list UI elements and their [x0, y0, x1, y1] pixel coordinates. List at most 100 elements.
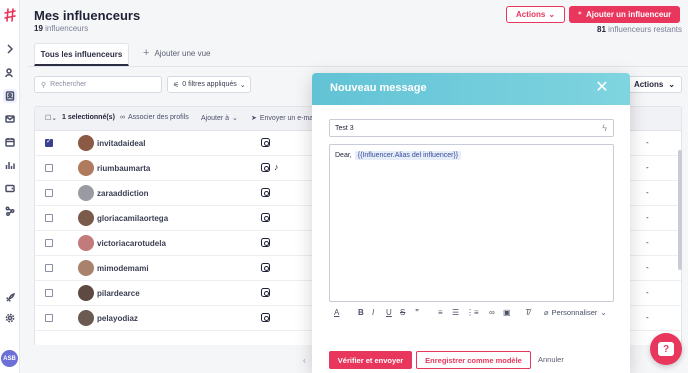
- instagram-icon: [261, 313, 270, 322]
- add-influencer-button[interactable]: ⁺ Ajouter un influenceur: [569, 6, 680, 23]
- instagram-icon: [261, 288, 270, 297]
- search-icon: ⚲: [41, 81, 47, 89]
- image-icon[interactable]: ▣: [503, 308, 511, 317]
- row-checkbox[interactable]: [45, 189, 53, 197]
- chevron-down-icon: ⌄: [232, 115, 238, 122]
- scrollbar[interactable]: [678, 150, 682, 270]
- row-checkbox[interactable]: [45, 214, 53, 222]
- modal-title: Nouveau message: [330, 82, 427, 94]
- add-to-button[interactable]: Ajouter à ⌄: [201, 114, 238, 123]
- tab-all-influencers[interactable]: Tous les influenceurs: [34, 43, 129, 66]
- instagram-icon: [261, 263, 270, 272]
- remaining-number: 81: [597, 25, 606, 34]
- influencer-name[interactable]: gloriacamilaortega: [97, 214, 168, 223]
- chevron-down-icon: ⌄: [668, 80, 675, 89]
- row-value: -: [646, 138, 649, 147]
- user-avatar[interactable]: ASB: [1, 350, 18, 367]
- influencer-name[interactable]: pilardearce: [97, 289, 140, 298]
- add-view-tab[interactable]: + Ajouter une vue: [143, 46, 210, 60]
- avatar: [78, 235, 94, 251]
- table-actions-label: Actions: [633, 80, 664, 89]
- subject-input[interactable]: Test 3 ϟ: [329, 119, 614, 137]
- add-view-label: Ajouter une vue: [154, 48, 211, 58]
- influencer-name[interactable]: invitadaideal: [97, 139, 145, 148]
- personalize-dropdown[interactable]: ⌀ Personnaliser ⌄: [544, 308, 607, 317]
- calendar-icon[interactable]: [3, 135, 17, 149]
- row-checkbox[interactable]: [45, 239, 53, 247]
- add-user-icon: ⁺: [577, 10, 582, 19]
- network-icon[interactable]: [3, 204, 17, 218]
- actions-button[interactable]: Actions ⌄: [506, 6, 565, 23]
- numbered-list-icon[interactable]: ⋮≡: [466, 308, 479, 317]
- logo-icon[interactable]: [2, 7, 18, 23]
- variable-tag[interactable]: {{Influencer.Alias del influencer}}: [354, 151, 462, 160]
- instagram-icon: [261, 213, 270, 222]
- underline-icon[interactable]: U: [386, 308, 392, 317]
- instagram-icon: [261, 188, 270, 197]
- contacts-icon[interactable]: [3, 89, 17, 103]
- row-checkbox[interactable]: [45, 314, 53, 322]
- lightning-icon[interactable]: ϟ: [602, 123, 607, 133]
- chat-widget[interactable]: ?: [650, 333, 682, 365]
- search-input[interactable]: ⚲ Rechercher: [34, 76, 162, 93]
- personalize-label: Personnaliser: [551, 308, 598, 317]
- expand-chevron-icon[interactable]: [3, 42, 17, 56]
- modal-header: Nouveau message ✕: [312, 73, 630, 105]
- associate-profiles-button[interactable]: ∞ Associer des profils: [120, 114, 189, 121]
- wallet-icon[interactable]: [3, 181, 17, 195]
- row-value: -: [646, 163, 649, 172]
- row-value: -: [646, 213, 649, 222]
- remaining-label: influenceurs restants: [608, 25, 682, 34]
- send-email-button[interactable]: ➤ Envoyer un e-mail: [251, 114, 316, 123]
- align-left-icon[interactable]: ≡: [438, 308, 443, 317]
- influencer-name[interactable]: riumbaumarta: [97, 164, 150, 173]
- avatar: [78, 310, 94, 326]
- page-title: Mes influenceurs: [34, 8, 141, 23]
- italic-icon[interactable]: I: [372, 308, 374, 317]
- clear-format-icon[interactable]: T̸: [525, 308, 530, 317]
- cancel-button[interactable]: Annuler: [538, 355, 564, 364]
- selected-count: 1 selectionné(s): [62, 114, 115, 121]
- message-editor[interactable]: Dear, {{Influencer.Alias del influencer}…: [329, 144, 614, 302]
- editor-toolbar: A B I U S ” ≡ ☰ ⋮≡ ∞ ▣ T̸ ⌀ Personnalise…: [332, 308, 617, 320]
- analytics-icon[interactable]: [3, 158, 17, 172]
- pagination-prev-icon[interactable]: ‹: [303, 356, 306, 365]
- instagram-icon: [261, 238, 270, 247]
- row-value: -: [646, 288, 649, 297]
- row-value: -: [646, 188, 649, 197]
- select-all-checkbox[interactable]: ☐⌄: [45, 114, 57, 122]
- row-checkbox[interactable]: [45, 264, 53, 272]
- font-color-icon[interactable]: A: [334, 308, 339, 317]
- instagram-icon: [261, 163, 270, 172]
- influencer-name[interactable]: pelayodiaz: [97, 314, 138, 323]
- bullet-list-icon[interactable]: ☰: [452, 308, 459, 317]
- link-icon[interactable]: ∞: [489, 308, 495, 317]
- send-icon: ➤: [251, 115, 257, 122]
- row-checkbox[interactable]: [45, 289, 53, 297]
- subject-value: Test 3: [335, 124, 354, 132]
- row-checkbox[interactable]: [45, 137, 53, 147]
- mail-icon[interactable]: [3, 112, 17, 126]
- quote-icon[interactable]: ”: [415, 308, 419, 317]
- associate-profiles-label: Associer des profils: [128, 114, 189, 121]
- influencer-name[interactable]: victoriacarotudela: [97, 239, 166, 248]
- avatar: [78, 260, 94, 276]
- avatar: [78, 160, 94, 176]
- influencer-name[interactable]: zaraaddiction: [97, 189, 149, 198]
- influencer-name[interactable]: mimodemami: [97, 264, 149, 273]
- filters-dropdown[interactable]: ⚟ 0 filtres appliqués ⌄: [167, 76, 251, 93]
- settings-icon[interactable]: [3, 311, 17, 325]
- close-icon[interactable]: ✕: [594, 80, 610, 96]
- save-template-button[interactable]: Enregistrer comme modèle: [416, 351, 531, 369]
- row-value: -: [646, 263, 649, 272]
- chevron-down-icon: ⌄: [600, 308, 607, 317]
- paperclip-icon: ⌀: [544, 308, 549, 317]
- sidebar: ASB: [0, 0, 20, 373]
- row-checkbox[interactable]: [45, 164, 53, 172]
- verify-send-button[interactable]: Vérifier et envoyer: [329, 351, 412, 369]
- link-icon: ∞: [120, 114, 125, 121]
- bold-icon[interactable]: B: [358, 308, 364, 317]
- rocket-icon[interactable]: [3, 291, 17, 305]
- strikethrough-icon[interactable]: S: [400, 308, 405, 317]
- user-search-icon[interactable]: [3, 66, 17, 80]
